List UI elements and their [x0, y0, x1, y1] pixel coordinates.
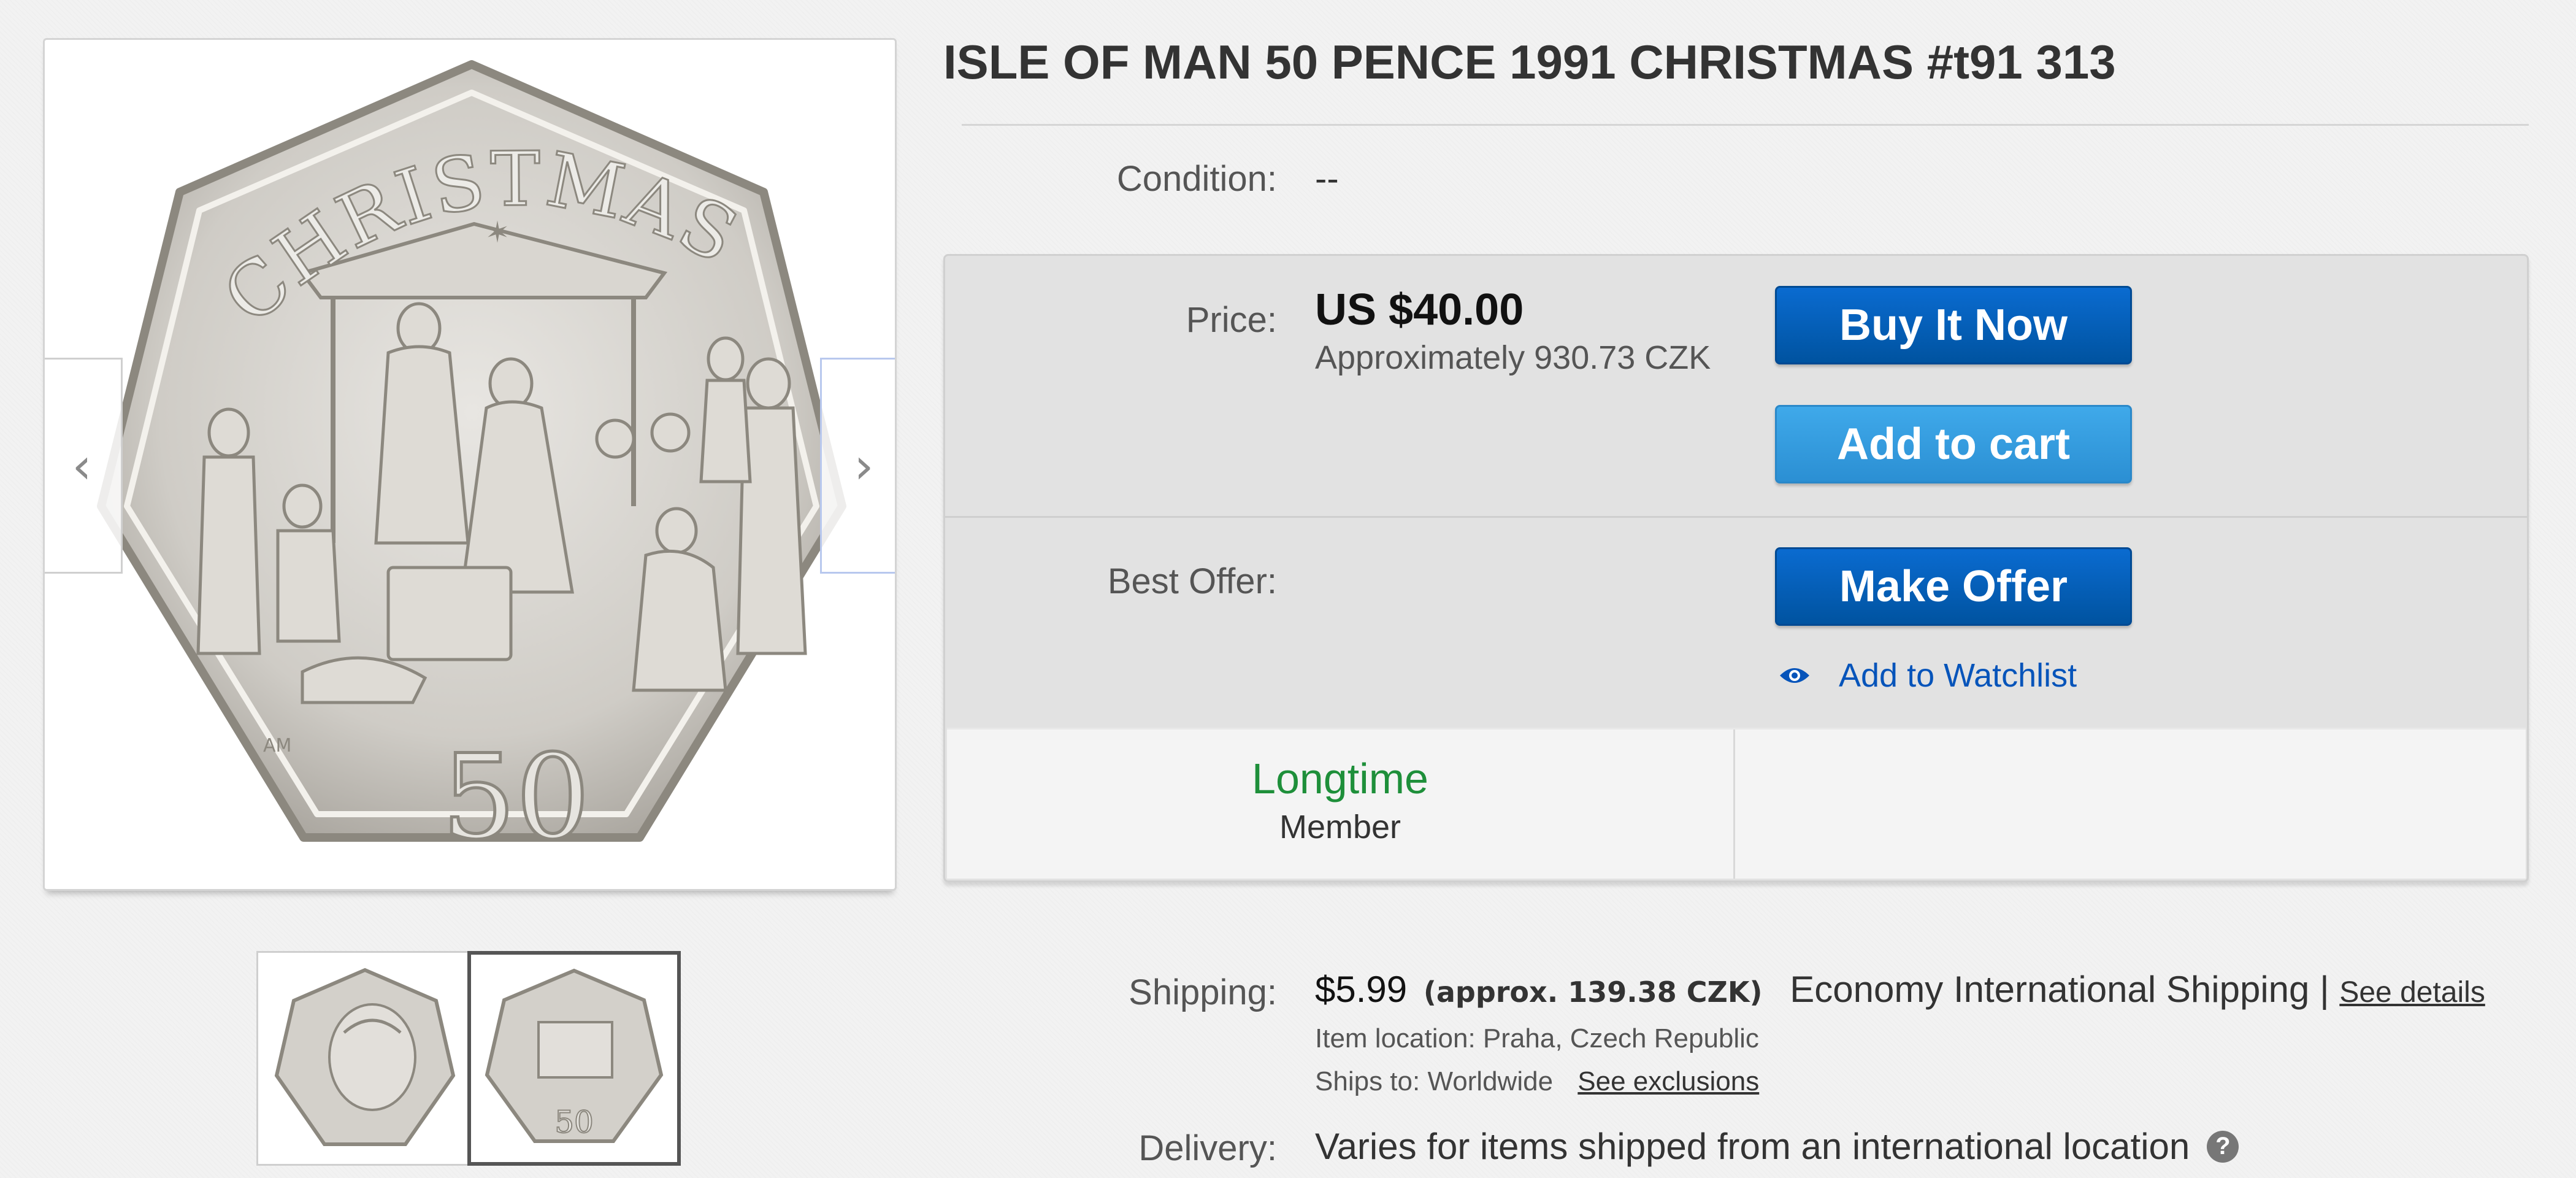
main-image-frame[interactable]: ✶ CHRISTMAS 50 AM ‹ › [43, 38, 897, 891]
delivery-value: Varies for items shipped from an interna… [1315, 1126, 2190, 1167]
shipping-approx: (approx. 139.38 CZK) [1423, 976, 1763, 1009]
ships-to-line: Ships to: Worldwide See exclusions [1315, 1066, 1759, 1097]
shipping-method: Economy International Shipping | [1790, 969, 2329, 1010]
item-location-line: Item location: Praha, Czech Republic [1315, 1023, 1759, 1054]
make-offer-button[interactable]: Make Offer [1775, 547, 2132, 626]
item-location-prefix: Item location: [1315, 1023, 1476, 1053]
coin-value: 50 [442, 730, 590, 865]
best-offer-label: Best Offer: [1107, 561, 1277, 601]
ships-to-prefix: Ships to: [1315, 1066, 1420, 1096]
delivery-label: Delivery: [1138, 1128, 1277, 1168]
coin-initials: AM [263, 735, 291, 756]
eye-icon [1780, 668, 1809, 683]
panel-divider [945, 516, 2527, 518]
member-title: Longtime [1252, 755, 1428, 803]
buy-it-now-button[interactable]: Buy It Now [1775, 286, 2132, 364]
price-approx: Approximately 930.73 CZK [1315, 339, 1711, 376]
ships-to-value: Worldwide [1427, 1066, 1554, 1096]
question-icon[interactable]: ? [2207, 1130, 2239, 1163]
chevron-right-icon[interactable]: › [820, 358, 895, 574]
thumbnail-value: 50 [554, 1104, 594, 1140]
delivery-line: Varies for items shipped from an interna… [1315, 1125, 2239, 1168]
see-exclusions-link[interactable]: See exclusions [1577, 1066, 1759, 1096]
thumbnail-reverse-image: 50 [485, 968, 664, 1143]
member-subtitle: Member [1279, 809, 1401, 845]
item-location-value: Praha, Czech Republic [1482, 1023, 1759, 1053]
coin-image: ✶ CHRISTMAS 50 AM [97, 60, 846, 867]
longtime-member-badge: Longtime Member [947, 754, 1733, 846]
shipping-line: $5.99 (approx. 139.38 CZK) Economy Inter… [1315, 968, 2485, 1011]
member-box: Longtime Member [947, 728, 2526, 879]
add-to-watchlist-label: Add to Watchlist [1839, 657, 2077, 694]
title-divider [962, 124, 2529, 126]
condition-label: Condition: [1116, 159, 1277, 199]
shipping-cost: $5.99 [1315, 969, 1408, 1010]
thumbnail-obverse[interactable] [256, 951, 470, 1166]
add-to-cart-button[interactable]: Add to cart [1775, 405, 2132, 483]
condition-value: -- [1315, 159, 1339, 199]
item-title: ISLE OF MAN 50 PENCE 1991 CHRISTMAS #t91… [943, 35, 2116, 89]
add-to-watchlist-link[interactable]: Add to Watchlist [1777, 656, 2077, 695]
price-label: Price: [1186, 300, 1277, 340]
thumbnail-obverse-image [274, 968, 456, 1146]
member-box-divider [1733, 730, 1735, 879]
see-details-link[interactable]: See details [2339, 976, 2485, 1009]
thumbnail-reverse[interactable]: 50 [467, 951, 681, 1166]
chevron-left-icon[interactable]: ‹ [45, 358, 123, 574]
price-value: US $40.00 [1315, 285, 1524, 334]
shipping-label: Shipping: [1129, 972, 1277, 1012]
